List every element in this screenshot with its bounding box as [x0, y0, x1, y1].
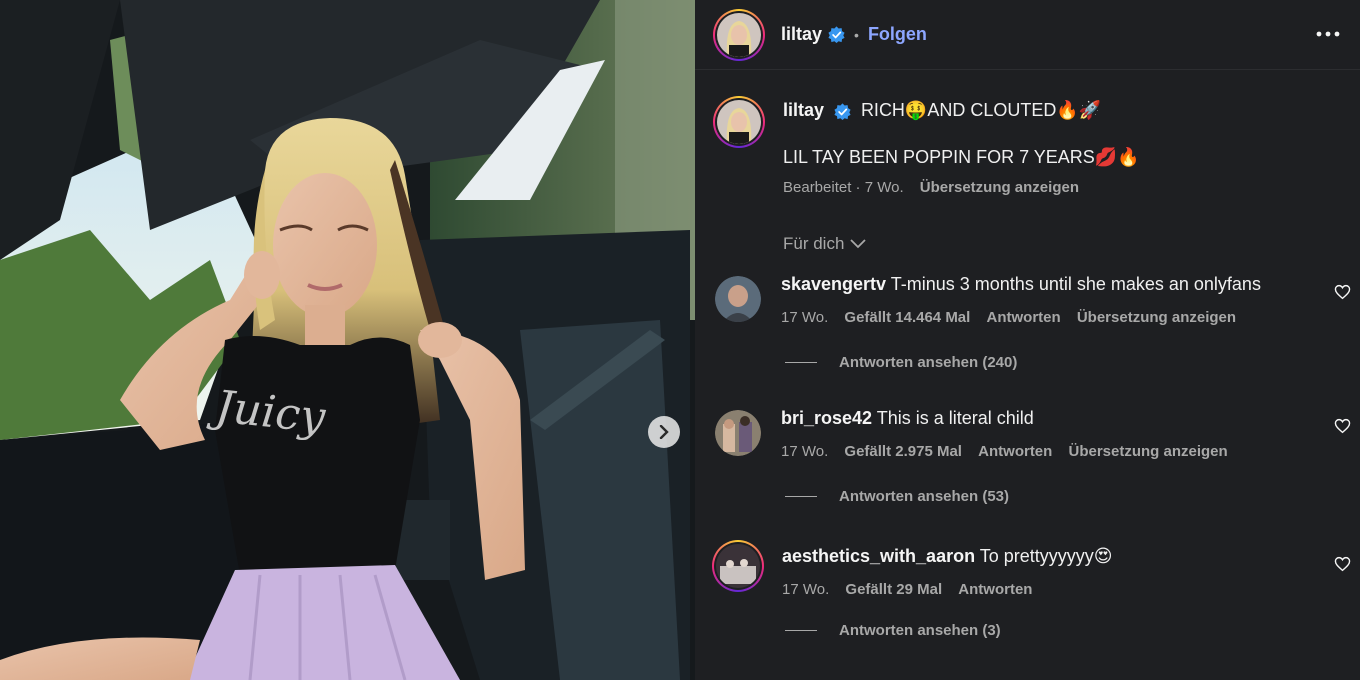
next-media-button[interactable] — [648, 416, 680, 448]
comment-reply-button[interactable]: Antworten — [987, 309, 1061, 326]
caption-username[interactable]: liltay — [783, 100, 824, 120]
commenter-avatar[interactable] — [715, 410, 761, 456]
comment-item: aesthetics_with_aaron To prettyyyyyy😍 17… — [712, 540, 1353, 639]
avatar-image — [716, 544, 760, 588]
comment-likes[interactable]: Gefällt 2.975 Mal — [844, 443, 962, 460]
view-replies-button[interactable]: Antworten ansehen (240) — [785, 354, 1353, 371]
verified-badge-icon — [828, 26, 845, 43]
post-caption: liltay RICH🤑AND CLOUTED🔥🚀 LIL TAY BEEN P… — [713, 96, 1343, 196]
comment-text: This is a literal child — [876, 408, 1034, 428]
comment-time: 17 Wo. — [781, 443, 829, 460]
replies-divider — [785, 362, 817, 363]
header-separator: • — [854, 26, 859, 43]
comment-likes[interactable]: Gefällt 14.464 Mal — [844, 309, 970, 326]
avatar-image — [717, 100, 761, 144]
view-replies-label: Antworten ansehen (3) — [839, 622, 1001, 639]
comment-time: 17 Wo. — [782, 581, 830, 598]
view-replies-button[interactable]: Antworten ansehen (3) — [785, 622, 1353, 639]
comment-text: T-minus 3 months until she makes an only… — [890, 274, 1261, 294]
commenter-avatar[interactable] — [715, 276, 761, 322]
post-header: liltay • Folgen — [695, 0, 1360, 70]
comment-username[interactable]: skavengertv — [781, 274, 886, 294]
follow-button[interactable]: Folgen — [868, 24, 927, 45]
comment-sort-label: Für dich — [783, 234, 845, 253]
comment-reply-button[interactable]: Antworten — [978, 443, 1052, 460]
replies-divider — [785, 496, 817, 497]
comment-text: To prettyyyyyy😍 — [979, 546, 1113, 566]
replies-divider — [785, 630, 817, 631]
verified-badge-icon — [834, 103, 852, 121]
comment-translate-link[interactable]: Übersetzung anzeigen — [1069, 443, 1228, 460]
caption-edited-time: Bearbeitet · 7 Wo. — [783, 179, 904, 196]
view-replies-label: Antworten ansehen (53) — [839, 488, 1010, 505]
comment-sort-dropdown[interactable]: Für dich — [783, 234, 867, 254]
heart-outline-icon[interactable] — [1334, 418, 1351, 434]
view-replies-button[interactable]: Antworten ansehen (53) — [785, 488, 1353, 505]
author-username[interactable]: liltay — [781, 24, 822, 45]
post-details-panel: liltay • Folgen liltay RICH🤑AND CLOUTED🔥… — [695, 0, 1360, 680]
heart-outline-icon[interactable] — [1334, 284, 1351, 300]
post-media[interactable]: Juicy — [0, 0, 695, 680]
caption-avatar[interactable] — [713, 96, 765, 148]
caption-text-line2: LIL TAY BEEN POPPIN FOR 7 YEARS💋🔥 — [783, 147, 1140, 167]
comment-item: bri_rose42 This is a literal child 17 Wo… — [713, 408, 1353, 505]
commenter-avatar[interactable] — [712, 540, 764, 592]
comment-reply-button[interactable]: Antworten — [958, 581, 1032, 598]
comment-likes[interactable]: Gefällt 29 Mal — [845, 581, 942, 598]
caption-text-line1: RICH🤑AND CLOUTED🔥🚀 — [860, 100, 1102, 120]
comment-username[interactable]: aesthetics_with_aaron — [782, 546, 975, 566]
comment-item: skavengertv T-minus 3 months until she m… — [713, 274, 1353, 371]
view-replies-label: Antworten ansehen (240) — [839, 354, 1018, 371]
comment-time: 17 Wo. — [781, 309, 829, 326]
caption-translate-link[interactable]: Übersetzung anzeigen — [920, 179, 1079, 196]
heart-outline-icon[interactable] — [1334, 556, 1351, 572]
comment-translate-link[interactable]: Übersetzung anzeigen — [1077, 309, 1236, 326]
chevron-down-icon — [850, 239, 867, 249]
post-photo: Juicy — [0, 0, 695, 680]
avatar-image — [717, 12, 761, 57]
instagram-post-view: Juicy liltay • Folgen liltay RICH🤑AND CL… — [0, 0, 1360, 680]
more-options-icon — [1316, 31, 1340, 37]
comment-username[interactable]: bri_rose42 — [781, 408, 872, 428]
chevron-right-icon — [659, 425, 669, 439]
more-options-button[interactable] — [1314, 20, 1342, 48]
author-avatar[interactable] — [713, 8, 765, 61]
